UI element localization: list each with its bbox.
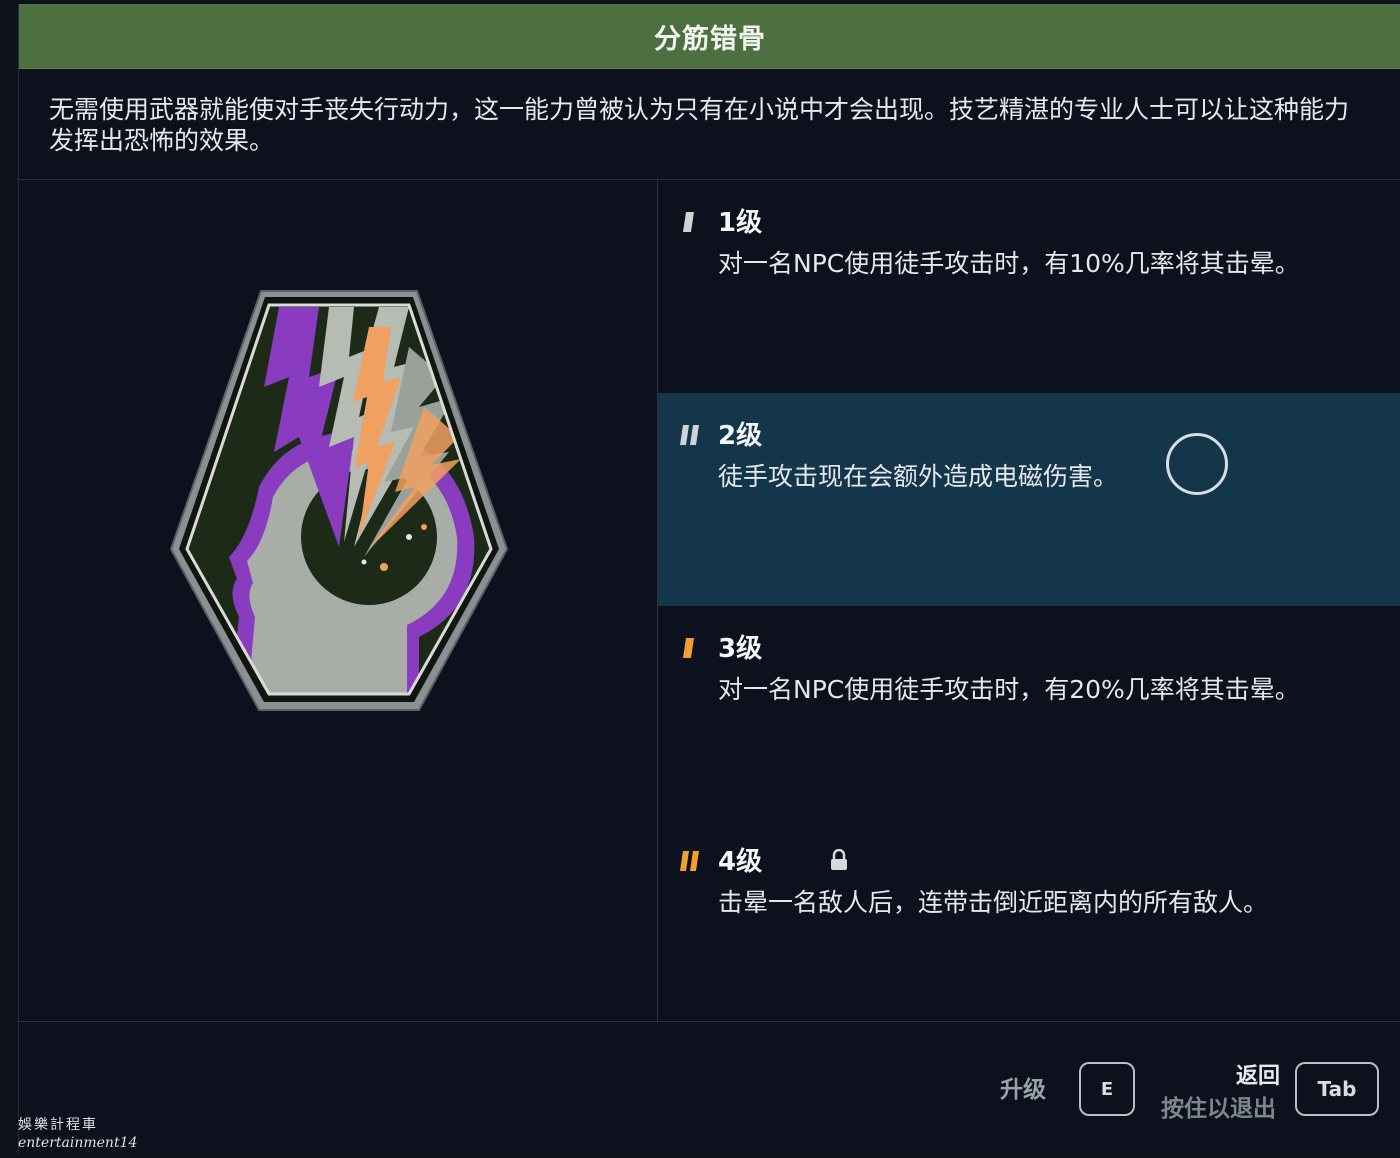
level-description: 徒手攻击现在会额外造成电磁伤害。	[718, 462, 1119, 491]
rank-2-icon	[680, 425, 699, 445]
levels-list: 1级 对一名NPC使用徒手攻击时，有10%几率将其击晕。 2级 徒手攻击现在会额…	[658, 180, 1400, 1032]
cursor-ring-icon	[1166, 433, 1228, 495]
watermark: 娛樂計程車 entertainment14	[18, 1116, 158, 1152]
upgrade-key-button[interactable]: E	[1079, 1062, 1135, 1116]
level-description: 击晕一名敌人后，连带击倒近距离内的所有敌人。	[718, 888, 1269, 917]
mind-lightning-badge-icon	[169, 290, 509, 711]
back-key-button[interactable]: Tab	[1295, 1062, 1379, 1116]
level-description: 对一名NPC使用徒手攻击时，有20%几率将其击晕。	[718, 675, 1300, 704]
rank-1-icon	[683, 212, 694, 232]
title-bar: 分筋错骨	[19, 4, 1400, 69]
level-row-1[interactable]: 1级 对一名NPC使用徒手攻击时，有10%几率将其击晕。	[658, 180, 1400, 393]
skill-title: 分筋错骨	[654, 23, 766, 55]
lock-icon	[831, 849, 847, 870]
back-label: 返回	[1236, 1064, 1281, 1089]
watermark-line-1: 娛樂計程車	[18, 1117, 98, 1133]
level-title: 4级	[718, 847, 763, 877]
level-title: 1级	[718, 208, 763, 238]
skill-panel: 分筋错骨 无需使用武器就能使对手丧失行动力，这一能力曾被认为只有在小说中才会出现…	[18, 4, 1400, 1154]
skill-description: 无需使用武器就能使对手丧失行动力，这一能力曾被认为只有在小说中才会出现。技艺精湛…	[49, 95, 1350, 155]
level-row-4[interactable]: 4级 击晕一名敌人后，连带击倒近距离内的所有敌人。	[658, 819, 1400, 1032]
hold-to-exit-label: 按住以退出	[1161, 1096, 1276, 1122]
level-description: 对一名NPC使用徒手攻击时，有10%几率将其击晕。	[718, 249, 1300, 278]
level-title: 3级	[718, 634, 763, 664]
rank-3-icon	[683, 638, 694, 658]
level-title: 2级	[718, 421, 763, 451]
watermark-line-2: entertainment14	[18, 1135, 138, 1151]
upgrade-label: 升级	[1000, 1077, 1046, 1103]
back-key-label: Tab	[1317, 1077, 1357, 1101]
upgrade-key-label: E	[1100, 1078, 1114, 1100]
level-row-2[interactable]: 2级 徒手攻击现在会额外造成电磁伤害。	[658, 393, 1400, 606]
level-row-3[interactable]: 3级 对一名NPC使用徒手攻击时，有20%几率将其击晕。	[658, 606, 1400, 819]
rank-4-icon	[680, 851, 699, 871]
